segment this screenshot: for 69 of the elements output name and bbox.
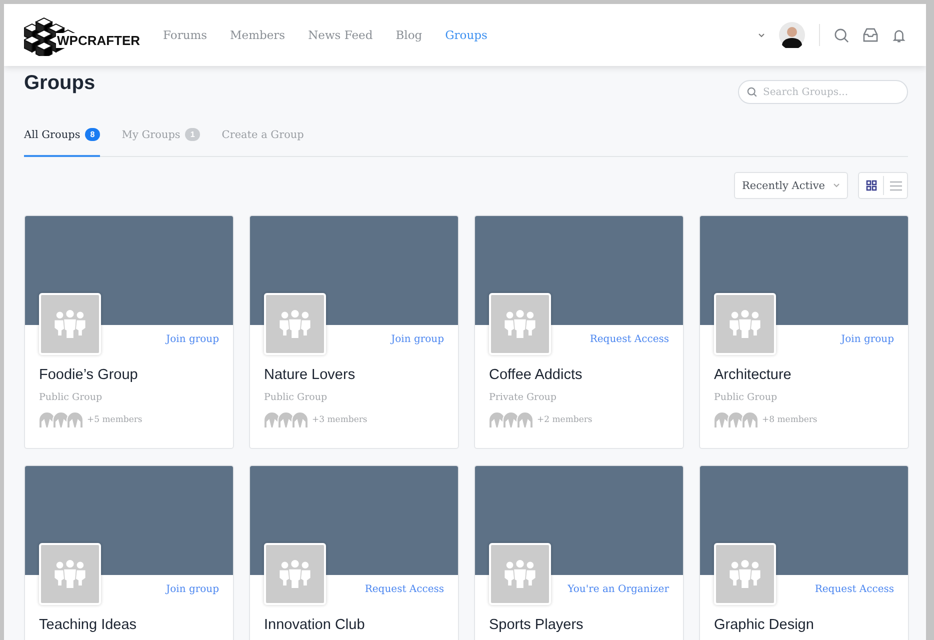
group-action-link[interactable]: Join group [166,334,219,345]
group-action-link[interactable]: Join group [841,334,894,345]
group-avatar[interactable] [714,293,776,355]
group-type: Public Group [264,392,328,403]
group-card[interactable]: Request Access Graphic Design [699,465,909,640]
group-action-link[interactable]: Join group [391,334,444,345]
group-name[interactable]: Graphic Design [714,617,814,633]
group-type: Private Group [489,392,557,403]
dropdown-caret-icon[interactable] [758,32,765,38]
sort-dropdown[interactable]: Recently Active [734,172,848,199]
group-icon [728,560,762,588]
group-card[interactable]: Join group Teaching Ideas [24,465,234,640]
group-avatar[interactable] [264,293,326,355]
group-action-link[interactable]: Request Access [814,584,894,595]
search-field[interactable]: Search Groups... [738,80,908,104]
member-count: +3 members [312,415,368,425]
bell-icon[interactable] [892,28,906,42]
group-icon [53,560,87,588]
group-type: Public Group [714,392,778,403]
tab-label: My Groups [122,128,180,140]
tab-label: All Groups [24,128,80,140]
group-avatar[interactable] [714,543,776,605]
member-avatars-icon [264,412,308,428]
group-action-link[interactable]: You're an Organizer [568,584,669,595]
member-avatars-icon [714,412,758,428]
group-name[interactable]: Coffee Addicts [489,367,582,383]
tab-label: Create a Group [222,128,304,140]
list-icon [890,180,902,190]
group-action-link[interactable]: Request Access [364,584,444,595]
group-name[interactable]: Architecture [714,367,792,383]
group-name[interactable]: Sports Players [489,617,584,633]
group-avatar[interactable] [489,543,551,605]
member-count: +5 members [87,415,142,425]
group-icon [53,310,87,338]
member-count: +2 members [537,415,592,425]
group-type: Public Group [39,392,102,403]
group-icon [278,560,312,588]
member-avatars-icon [39,412,83,428]
group-card[interactable]: You're an Organizer Sports Players [474,465,684,640]
count-badge: 8 [85,128,100,141]
caret-icon [833,183,840,188]
group-name[interactable]: Teaching Ideas [39,617,137,633]
group-card[interactable]: Request Access Innovation Club [249,465,459,640]
group-avatar[interactable] [39,543,101,605]
tab[interactable]: All Groups 8 [24,128,100,157]
group-card[interactable]: Request Access Coffee Addicts Private Group +2 members [474,215,684,449]
group-avatar[interactable] [264,543,326,605]
search-icon [747,87,757,97]
group-avatar[interactable] [489,293,551,355]
group-card[interactable]: Join group Architecture Public Group +8 members [699,215,909,449]
group-card[interactable]: Join group Nature Lovers Public Group +3 members [249,215,459,449]
group-name[interactable]: Nature Lovers [264,367,356,383]
group-card[interactable]: Join group Foodie’s Group Public Group +5 members [24,215,234,449]
group-action-link[interactable]: Request Access [590,334,669,345]
group-icon [503,310,537,338]
inbox-icon[interactable] [863,28,878,42]
user-avatar[interactable] [779,22,805,48]
member-avatars-icon [489,412,533,428]
group-icon [278,310,312,338]
page-title: Groups [24,72,96,95]
group-name[interactable]: Innovation Club [264,617,365,633]
group-icon [728,310,762,338]
search-icon[interactable] [834,28,849,42]
group-icon [503,560,537,588]
group-avatar[interactable] [39,293,101,355]
group-action-link[interactable]: Join group [166,584,219,595]
group-name[interactable]: Foodie’s Group [39,367,138,383]
member-count: +8 members [762,415,818,425]
grid-icon [866,180,876,191]
